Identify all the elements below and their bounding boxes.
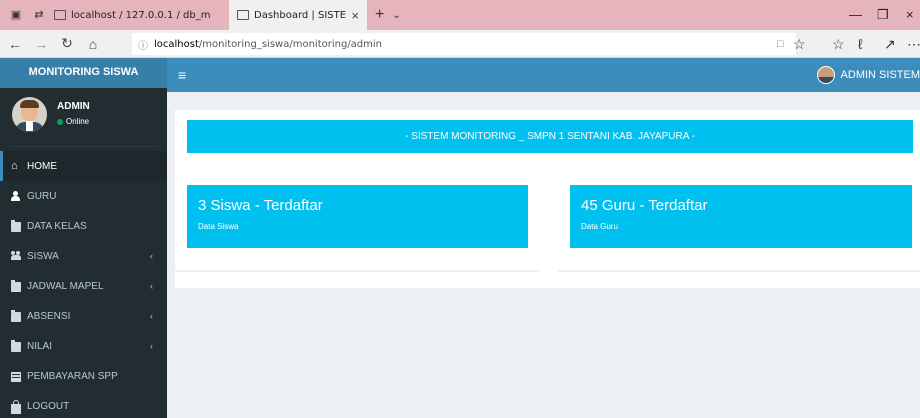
users-icon — [11, 251, 21, 261]
tab-actions-icon[interactable]: ▣ — [9, 8, 23, 22]
user-menu-name: ADMIN SISTEM — [840, 69, 920, 81]
sidebar: ADMIN Online HOME GURU DATA KELAS SISWA … — [0, 88, 167, 418]
sidebar-menu: HOME GURU DATA KELAS SISWA ‹ JADWAL MAPE… — [0, 151, 167, 418]
sidebar-item-nilai[interactable]: NILAI ‹ — [0, 331, 167, 361]
chevron-left-icon: ‹ — [150, 341, 153, 351]
sidebar-item-label: PEMBAYARAN SPP — [27, 370, 118, 382]
sidebar-item-logout[interactable]: LOGOUT — [0, 391, 167, 418]
page-banner: - SISTEM MONITORING _ SMPN 1 SENTANI KAB… — [187, 120, 913, 153]
user-panel: ADMIN Online — [0, 88, 167, 151]
favorites-icon[interactable]: ☆ — [832, 30, 845, 58]
url-host: localhost — [154, 38, 199, 50]
home-icon — [11, 161, 21, 171]
sidebar-item-label: JADWAL MAPEL — [27, 280, 104, 292]
sidebar-item-home[interactable]: HOME — [0, 151, 167, 181]
chevron-left-icon: ‹ — [150, 311, 153, 321]
sidebar-item-pembayaran-spp[interactable]: PEMBAYARAN SPP — [0, 361, 167, 391]
info-box-subtitle: Data Siswa — [198, 222, 239, 231]
restore-icon[interactable]: ❐ — [877, 0, 889, 30]
minimize-icon[interactable]: — — [849, 0, 862, 30]
sidebar-item-siswa[interactable]: SISWA ‹ — [0, 241, 167, 271]
divider — [10, 146, 157, 147]
pen-icon[interactable]: ℓ — [858, 30, 863, 58]
user-name: ADMIN — [57, 101, 90, 112]
reading-view-icon[interactable]: □ — [777, 30, 784, 58]
more-icon[interactable]: ⋯ — [907, 30, 920, 58]
page-icon — [54, 10, 66, 20]
user-status[interactable]: Online — [57, 117, 89, 126]
favorite-star-icon[interactable]: ☆ — [793, 30, 806, 58]
address-bar[interactable]: ⓘ localhost/monitoring_siswa/monitoring/… — [132, 33, 796, 55]
window-close-icon[interactable]: × — [906, 0, 914, 30]
browser-tab-dashboard[interactable]: Dashboard | SISTEM MC × — [229, 0, 367, 30]
browser-tab-phpmyadmin[interactable]: localhost / 127.0.0.1 / db_m — [46, 0, 229, 30]
sidebar-item-label: NILAI — [27, 340, 53, 352]
chevron-down-icon[interactable]: ⌄ — [392, 10, 400, 21]
content-box: - SISTEM MONITORING _ SMPN 1 SENTANI KAB… — [175, 110, 920, 288]
folder-icon — [11, 340, 21, 352]
tab-title: Dashboard | SISTEM MC — [254, 9, 347, 21]
sidebar-item-label: DATA KELAS — [27, 220, 87, 232]
info-box-title: 45 Guru - Terdaftar — [581, 197, 708, 214]
info-box-title: 3 Siswa - Terdaftar — [198, 197, 323, 214]
forward-icon[interactable]: → — [30, 36, 52, 52]
chevron-left-icon: ‹ — [150, 281, 153, 291]
sidebar-item-label: GURU — [27, 190, 57, 202]
folder-icon — [11, 310, 21, 322]
top-navbar: ≡ ADMIN SISTEM — [167, 58, 920, 92]
info-box-siswa[interactable]: 3 Siswa - Terdaftar Data Siswa — [187, 185, 528, 248]
avatar — [816, 66, 835, 84]
card-icon — [11, 371, 21, 382]
folder-icon — [11, 220, 21, 232]
tab-title: localhost / 127.0.0.1 / db_m — [71, 9, 211, 21]
online-dot-icon — [57, 118, 63, 125]
app-logo[interactable]: MONITORING SISWA — [0, 58, 167, 88]
lock-icon — [11, 399, 21, 414]
share-icon[interactable]: ↗ — [884, 30, 896, 58]
url-path: /monitoring_siswa/monitoring/admin — [198, 38, 383, 50]
user-menu[interactable]: ADMIN SISTEM — [816, 58, 920, 92]
chevron-left-icon: ‹ — [150, 251, 153, 261]
sidebar-item-label: HOME — [27, 160, 57, 172]
info-icon[interactable]: ⓘ — [138, 37, 148, 52]
sidebar-item-absensi[interactable]: ABSENSI ‹ — [0, 301, 167, 331]
sidebar-item-guru[interactable]: GURU — [0, 181, 167, 211]
close-icon[interactable]: × — [351, 8, 359, 23]
info-box-guru[interactable]: 45 Guru - Terdaftar Data Guru — [570, 185, 912, 248]
set-aside-tabs-icon[interactable]: ⇄ — [32, 8, 46, 22]
sidebar-item-label: ABSENSI — [27, 310, 71, 322]
divider — [558, 270, 920, 272]
sidebar-item-data-kelas[interactable]: DATA KELAS — [0, 211, 167, 241]
refresh-icon[interactable]: ↻ — [56, 35, 78, 52]
folder-icon — [11, 280, 21, 292]
user-icon — [11, 191, 21, 201]
new-tab-icon[interactable]: + — [375, 6, 384, 24]
info-box-subtitle: Data Guru — [581, 222, 618, 231]
avatar — [12, 97, 47, 132]
back-icon[interactable]: ← — [4, 36, 26, 52]
page-icon — [237, 10, 249, 20]
sidebar-item-jadwal-mapel[interactable]: JADWAL MAPEL ‹ — [0, 271, 167, 301]
menu-toggle-icon[interactable]: ≡ — [178, 67, 186, 83]
home-icon[interactable]: ⌂ — [82, 36, 104, 52]
browser-tabstrip: ▣ ⇄ localhost / 127.0.0.1 / db_m Dashboa… — [0, 0, 920, 30]
status-text: Online — [66, 117, 90, 126]
divider — [175, 270, 540, 272]
sidebar-item-label: SISWA — [27, 250, 59, 262]
sidebar-item-label: LOGOUT — [27, 400, 70, 412]
